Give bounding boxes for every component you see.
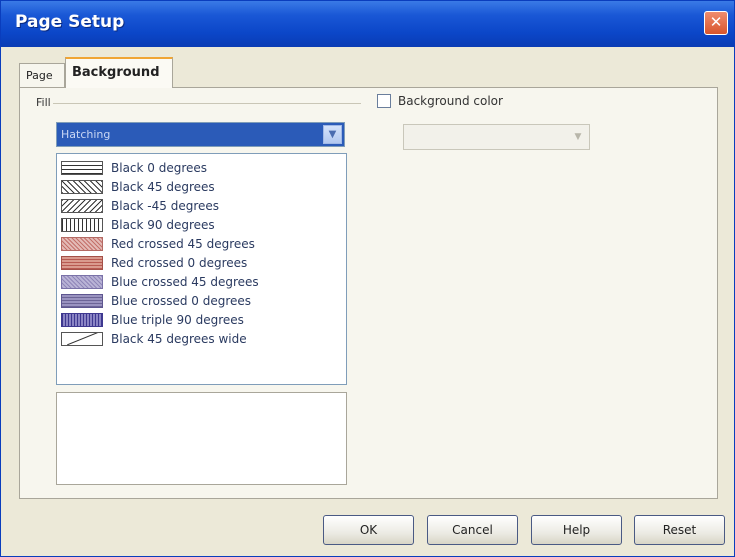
close-button[interactable]: ✕ xyxy=(704,11,728,35)
list-item-label: Black 0 degrees xyxy=(111,161,208,175)
title-bar[interactable]: Page Setup ✕ xyxy=(1,1,734,47)
list-item-label: Red crossed 0 degrees xyxy=(111,256,248,270)
list-item[interactable]: Black -45 degrees xyxy=(61,198,341,217)
list-item[interactable]: Black 90 degrees xyxy=(61,217,341,236)
list-item[interactable]: Black 45 degrees wide xyxy=(61,331,341,350)
hatching-list[interactable]: Black 0 degrees Black 45 degrees Black -… xyxy=(56,153,347,385)
list-item-label: Black 45 degrees wide xyxy=(111,332,247,346)
hatch-red-crossed-45-swatch xyxy=(61,237,103,251)
hatch-black-minus-45-swatch xyxy=(61,199,103,213)
list-item[interactable]: Black 45 degrees xyxy=(61,179,341,198)
fill-group-label: Fill xyxy=(36,96,51,109)
tab-background[interactable]: Background xyxy=(65,57,173,88)
hatch-blue-crossed-45-swatch xyxy=(61,275,103,289)
background-color-checkbox[interactable] xyxy=(377,94,391,108)
list-item[interactable]: Blue crossed 0 degrees xyxy=(61,293,341,312)
list-item-label: Black 90 degrees xyxy=(111,218,215,232)
hatch-black-90-swatch xyxy=(61,218,103,232)
cancel-button[interactable]: Cancel xyxy=(427,515,518,545)
fill-preview xyxy=(56,392,347,485)
hatch-blue-triple-90-swatch xyxy=(61,313,103,327)
chevron-down-icon: ▼ xyxy=(574,132,582,142)
hatch-red-crossed-0-swatch xyxy=(61,256,103,270)
list-item-label: Blue triple 90 degrees xyxy=(111,313,244,327)
fill-type-selected: Hatching xyxy=(61,128,111,141)
list-item[interactable]: Black 0 degrees xyxy=(61,160,341,179)
help-button[interactable]: Help xyxy=(531,515,622,545)
list-item-label: Black -45 degrees xyxy=(111,199,219,213)
hatch-blue-crossed-0-swatch xyxy=(61,294,103,308)
background-color-picker: ▼ xyxy=(403,124,590,150)
close-icon: ✕ xyxy=(709,13,723,31)
hatch-black-45-wide-swatch xyxy=(61,332,103,346)
list-item[interactable]: Red crossed 0 degrees xyxy=(61,255,341,274)
list-item-label: Blue crossed 0 degrees xyxy=(111,294,252,308)
fill-type-dropdown[interactable]: Hatching ▼ xyxy=(56,122,345,147)
list-item[interactable]: Red crossed 45 degrees xyxy=(61,236,341,255)
reset-button[interactable]: Reset xyxy=(634,515,725,545)
list-item-label: Red crossed 45 degrees xyxy=(111,237,255,251)
hatch-black-0-swatch xyxy=(61,161,103,175)
dialog-title: Page Setup xyxy=(15,12,125,32)
list-item[interactable]: Blue triple 90 degrees xyxy=(61,312,341,331)
list-item[interactable]: Blue crossed 45 degrees xyxy=(61,274,341,293)
ok-button[interactable]: OK xyxy=(323,515,414,545)
chevron-down-icon[interactable]: ▼ xyxy=(323,125,342,144)
hatch-black-45-swatch xyxy=(61,180,103,194)
tab-page[interactable]: Page xyxy=(19,63,65,87)
list-item-label: Blue crossed 45 degrees xyxy=(111,275,259,289)
fill-group-divider xyxy=(53,103,361,104)
list-item-label: Black 45 degrees xyxy=(111,180,215,194)
page-setup-dialog: Page Setup ✕ Page Background Fill Hatchi… xyxy=(0,0,735,557)
background-color-label[interactable]: Background color xyxy=(398,94,503,108)
